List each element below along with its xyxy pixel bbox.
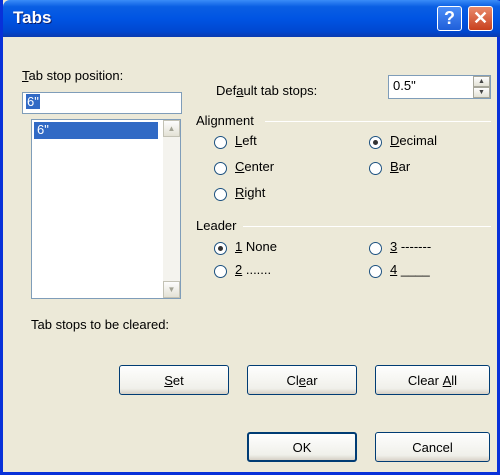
- arrow-down-icon: ▼: [478, 89, 485, 96]
- arrow-down-icon: ▼: [167, 285, 176, 294]
- accel-char: D: [390, 133, 400, 148]
- label-text: enter: [244, 159, 275, 174]
- window-title: Tabs: [13, 8, 52, 27]
- leader-dots-label[interactable]: 2 .......: [235, 262, 271, 277]
- accel-char: S: [164, 372, 173, 388]
- tab-stop-position-label: Tab stop position:: [22, 68, 123, 83]
- label-text: ____: [397, 262, 430, 277]
- align-left-label[interactable]: Left: [235, 133, 257, 148]
- default-tab-stops-spinner[interactable]: 0.5" ▲ ▼: [388, 75, 491, 99]
- arrow-up-icon: ▲: [167, 124, 176, 133]
- ok-button[interactable]: OK: [247, 432, 357, 462]
- spin-up-button[interactable]: ▲: [473, 76, 490, 87]
- label-text: ar: [305, 372, 318, 388]
- leader-none-radio[interactable]: [214, 242, 227, 255]
- leader-underline-label[interactable]: 4 ____: [390, 262, 430, 277]
- tab-stop-position-input[interactable]: 6": [22, 92, 182, 114]
- clear-all-button[interactable]: Clear All: [375, 365, 490, 395]
- label-text: None: [242, 239, 277, 254]
- accel-char: B: [390, 159, 399, 174]
- leader-underline-radio[interactable]: [369, 265, 382, 278]
- accel-char: e: [298, 372, 306, 388]
- leader-dashes-radio[interactable]: [369, 242, 382, 255]
- list-item[interactable]: 6": [34, 122, 158, 139]
- align-center-label[interactable]: Center: [235, 159, 274, 174]
- tab-stop-value: 6": [26, 94, 40, 109]
- scroll-up-button[interactable]: ▲: [163, 120, 180, 137]
- clear-button[interactable]: Cl e ar: [247, 365, 357, 395]
- help-button[interactable]: ?: [437, 6, 462, 31]
- leader-none-label[interactable]: 1 None: [235, 239, 277, 254]
- leader-dashes-label[interactable]: 3 -------: [390, 239, 431, 254]
- align-left-radio[interactable]: [214, 136, 227, 149]
- label-text: eft: [242, 133, 257, 148]
- tabs-dialog: Tabs ? ✕ Tab stop position: 6" 6" ▲ ▼ De…: [0, 0, 500, 475]
- align-right-label[interactable]: Right: [235, 185, 265, 200]
- align-decimal-label[interactable]: Decimal: [390, 133, 437, 148]
- leader-dots-radio[interactable]: [214, 265, 227, 278]
- label-text: Cl: [286, 372, 299, 388]
- spin-down-button[interactable]: ▼: [473, 87, 490, 98]
- align-bar-radio[interactable]: [369, 162, 382, 175]
- label-text: ight: [244, 185, 266, 200]
- arrow-up-icon: ▲: [478, 78, 485, 85]
- default-tab-stops-label: Default tab stops:: [216, 83, 317, 98]
- label-text: Clear: [407, 372, 443, 388]
- align-decimal-radio[interactable]: [369, 136, 382, 149]
- leader-group-label: Leader: [196, 218, 237, 233]
- align-center-radio[interactable]: [214, 162, 227, 175]
- label-text: ab stop position:: [28, 68, 124, 83]
- label-text: ar: [398, 159, 411, 174]
- close-button[interactable]: ✕: [468, 6, 493, 31]
- label-text: et: [172, 372, 184, 388]
- accel-char: R: [235, 185, 245, 200]
- list-scrollbar[interactable]: ▲ ▼: [163, 120, 180, 298]
- tab-stops-cleared-label: Tab stops to be cleared:: [31, 317, 170, 332]
- tab-stop-list[interactable]: 6" ▲ ▼: [31, 119, 181, 299]
- label-text: -------: [397, 239, 432, 254]
- align-bar-label[interactable]: Bar: [390, 159, 410, 174]
- label-text: ult tab stops:: [243, 83, 318, 98]
- label-text: ecimal: [399, 133, 437, 148]
- title-bar[interactable]: Tabs ? ✕: [3, 0, 500, 37]
- label-text: ll: [451, 372, 458, 388]
- alignment-divider: [265, 121, 491, 122]
- label-text: .......: [242, 262, 272, 277]
- accel-char: C: [235, 159, 245, 174]
- spinner-buttons: ▲ ▼: [473, 76, 490, 98]
- accel-char: A: [442, 372, 452, 388]
- scroll-down-button[interactable]: ▼: [163, 281, 180, 298]
- cancel-button[interactable]: Cancel: [375, 432, 490, 462]
- default-tab-stops-value: 0.5": [393, 78, 416, 93]
- align-right-radio[interactable]: [214, 188, 227, 201]
- alignment-group-label: Alignment: [196, 113, 254, 128]
- leader-divider: [243, 226, 491, 227]
- dialog-content: Tab stop position: 6" 6" ▲ ▼ Default tab…: [3, 37, 497, 472]
- close-icon: ✕: [472, 8, 489, 28]
- set-button[interactable]: Set: [119, 365, 229, 395]
- label-text: Def: [216, 83, 237, 98]
